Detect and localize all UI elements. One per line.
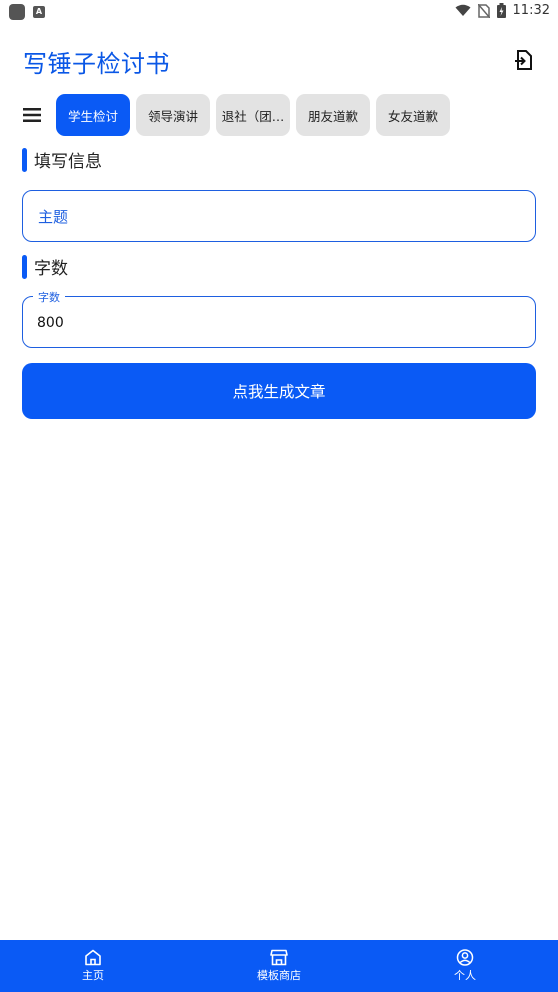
menu-button[interactable]	[20, 103, 44, 127]
tab-friend-apology[interactable]: 朋友道歉	[296, 94, 370, 136]
section-info-header: 填写信息	[22, 147, 102, 172]
store-icon	[270, 949, 288, 966]
notification-app-icon	[9, 4, 25, 20]
hamburger-menu-icon	[23, 108, 41, 122]
app-title: 写锤子检讨书	[23, 50, 170, 78]
topic-placeholder: 主题	[38, 208, 69, 226]
bottom-navigation: 主页 模板商店 个人	[0, 940, 558, 992]
word-count-floating-label: 字数	[33, 289, 65, 305]
clock: 11:32	[512, 3, 550, 18]
nav-profile-label: 个人	[454, 969, 476, 982]
notification-a-icon: A	[33, 6, 45, 18]
export-button[interactable]	[510, 46, 538, 74]
nav-profile[interactable]: 个人	[372, 940, 558, 992]
section-info-label: 填写信息	[34, 152, 102, 172]
word-count-value: 800	[37, 315, 64, 331]
word-count-input[interactable]: 字数 800	[22, 289, 536, 348]
no-sim-icon	[477, 3, 490, 18]
status-bar: A 11:32	[0, 0, 558, 24]
person-icon	[456, 949, 474, 966]
file-export-icon	[515, 50, 532, 70]
nav-template-store[interactable]: 模板商店	[186, 940, 372, 992]
section-accent-bar	[22, 254, 27, 279]
generate-article-button[interactable]: 点我生成文章	[22, 363, 536, 419]
nav-home[interactable]: 主页	[0, 940, 186, 992]
tab-girlfriend-apology[interactable]: 女友道歉	[376, 94, 450, 136]
nav-home-label: 主页	[82, 969, 104, 982]
section-accent-bar	[22, 147, 27, 172]
topic-input[interactable]: 主题	[22, 190, 536, 242]
section-count-header: 字数	[22, 254, 68, 279]
tab-student-review[interactable]: 学生检讨	[56, 94, 130, 136]
tab-leader-speech[interactable]: 领导演讲	[136, 94, 210, 136]
section-count-label: 字数	[34, 259, 68, 279]
home-icon	[85, 949, 101, 966]
nav-store-label: 模板商店	[257, 969, 301, 982]
wifi-icon	[455, 4, 471, 16]
tab-quit-club[interactable]: 退社（团…	[216, 94, 290, 136]
template-tabs: 学生检讨 领导演讲 退社（团… 朋友道歉 女友道歉	[56, 94, 450, 136]
battery-icon	[496, 3, 506, 18]
